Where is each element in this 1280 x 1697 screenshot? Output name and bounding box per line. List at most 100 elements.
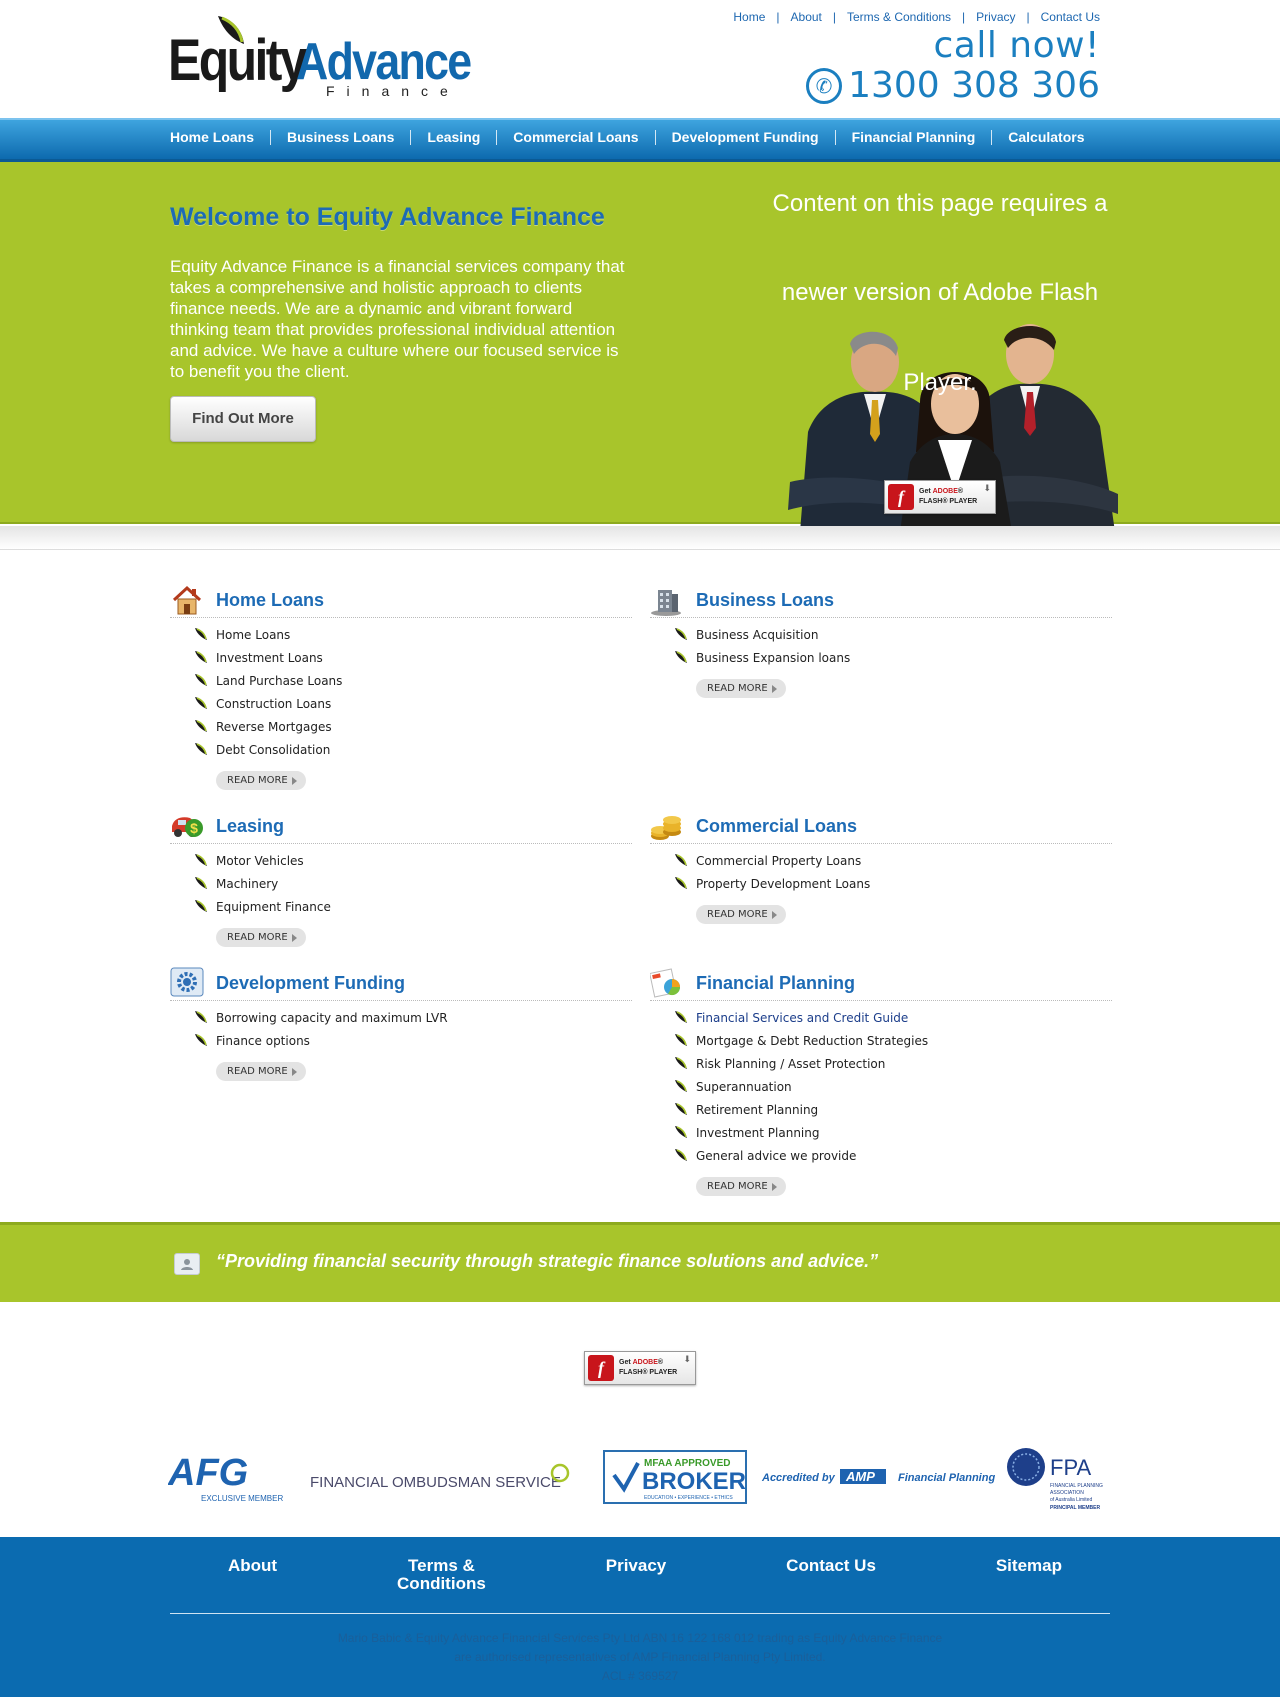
list-item[interactable]: Mortgage & Debt Reduction Strategies bbox=[650, 1030, 1112, 1053]
download-arrow-icon: ⬇ bbox=[683, 1354, 691, 1364]
mfaa-logo-main: BROKER bbox=[642, 1468, 746, 1495]
fpa-logo-sub3: of Australia Limited bbox=[1050, 1497, 1092, 1503]
list-item[interactable]: Finance options bbox=[170, 1030, 632, 1053]
footer-link-terms[interactable]: Terms & Conditions bbox=[397, 1557, 486, 1593]
list-item[interactable]: Financial Services and Credit Guide bbox=[650, 1007, 1112, 1030]
toplink-terms[interactable]: Terms & Conditions bbox=[847, 10, 951, 24]
phone-icon: ✆ bbox=[806, 68, 843, 104]
main-navigation: Home Loans Business Loans Leasing Commer… bbox=[0, 118, 1280, 162]
list-item[interactable]: Retirement Planning bbox=[650, 1099, 1112, 1122]
list-item[interactable]: Investment Planning bbox=[650, 1122, 1112, 1145]
read-more-button[interactable]: READ MORE bbox=[216, 771, 306, 790]
list-item-label: Debt Consolidation bbox=[216, 743, 331, 757]
section-financial-planning: Financial Planning Financial Services an… bbox=[650, 967, 1112, 1196]
nav-leasing[interactable]: Leasing bbox=[410, 130, 496, 145]
flash-icon: f bbox=[588, 1355, 614, 1381]
list-item[interactable]: Home Loans bbox=[170, 624, 632, 647]
section-title-leasing[interactable]: Leasing bbox=[216, 817, 284, 835]
list-item[interactable]: Debt Consolidation bbox=[170, 739, 632, 762]
nav-business-loans[interactable]: Business Loans bbox=[270, 130, 410, 145]
list-item[interactable]: Machinery bbox=[170, 873, 632, 896]
fpa-logo-text: FPA bbox=[1050, 1455, 1091, 1480]
list-item-label: Business Expansion loans bbox=[696, 651, 851, 665]
read-more-button[interactable]: READ MORE bbox=[216, 1062, 306, 1081]
section-title-development-funding[interactable]: Development Funding bbox=[216, 974, 405, 992]
section-title-business-loans[interactable]: Business Loans bbox=[696, 591, 834, 609]
list-item[interactable]: General advice we provide bbox=[650, 1145, 1112, 1168]
afg-logo-subtitle: EXCLUSIVE MEMBER bbox=[201, 1494, 283, 1503]
list-item[interactable]: Motor Vehicles bbox=[170, 850, 632, 873]
list-item-label: Investment Planning bbox=[696, 1126, 820, 1140]
read-more-button[interactable]: READ MORE bbox=[696, 679, 786, 698]
toplink-privacy[interactable]: Privacy bbox=[976, 10, 1015, 24]
section-title-home-loans[interactable]: Home Loans bbox=[216, 591, 324, 609]
leaf-bullet-icon bbox=[675, 1057, 687, 1069]
nav-financial-planning[interactable]: Financial Planning bbox=[834, 130, 992, 145]
flash-badge-get: Get bbox=[619, 1359, 633, 1366]
list-item[interactable]: Business Acquisition bbox=[650, 624, 1112, 647]
list-item-label: Land Purchase Loans bbox=[216, 674, 343, 688]
hero-shadow bbox=[0, 526, 1280, 550]
flash-badge-reg: ® bbox=[657, 1359, 664, 1366]
amp-logo-prefix: Accredited by bbox=[761, 1472, 836, 1484]
list-item[interactable]: Business Expansion loans bbox=[650, 647, 1112, 670]
footer-link-about[interactable]: About bbox=[228, 1557, 277, 1593]
leaf-bullet-icon bbox=[675, 628, 687, 640]
fpa-logo[interactable]: FPA FINANCIAL PLANNING ASSOCIATION of Au… bbox=[1007, 1448, 1103, 1511]
list-item[interactable]: Investment Loans bbox=[170, 647, 632, 670]
list-item[interactable]: Equipment Finance bbox=[170, 896, 632, 919]
list-item-label: Superannuation bbox=[696, 1080, 792, 1094]
phone-number[interactable]: ✆ 1300 308 306 bbox=[806, 68, 1100, 104]
list-item[interactable]: Property Development Loans bbox=[650, 873, 1112, 896]
list-item[interactable]: Construction Loans bbox=[170, 693, 632, 716]
section-home-loans: Home Loans Home Loans Investment Loans L… bbox=[170, 584, 632, 790]
separator: | bbox=[776, 10, 780, 24]
list-item[interactable]: Superannuation bbox=[650, 1076, 1112, 1099]
equity-advance-logo[interactable]: Equity Advance Finance bbox=[168, 14, 472, 104]
leaf-bullet-icon bbox=[675, 854, 687, 866]
coins-icon bbox=[651, 816, 681, 840]
nav-commercial-loans[interactable]: Commercial Loans bbox=[496, 130, 654, 145]
leaf-bullet-icon bbox=[195, 651, 207, 663]
footer-link-contact[interactable]: Contact Us bbox=[786, 1557, 876, 1593]
amp-accredited-logo[interactable]: Accredited by AMP Financial Planning bbox=[761, 1469, 995, 1484]
find-out-more-button[interactable]: Find Out More bbox=[170, 396, 316, 442]
list-item-label: Mortgage & Debt Reduction Strategies bbox=[696, 1034, 929, 1048]
financial-ombudsman-logo[interactable]: FINANCIAL OMBUDSMAN SERVICE bbox=[310, 1463, 570, 1491]
quote-banner: “Providing financial security through st… bbox=[0, 1222, 1280, 1302]
read-more-button[interactable]: READ MORE bbox=[216, 928, 306, 947]
afg-logo[interactable]: AFG EXCLUSIVE MEMBER bbox=[168, 1452, 283, 1503]
list-item[interactable]: Commercial Property Loans bbox=[650, 850, 1112, 873]
leaf-bullet-icon bbox=[675, 1126, 687, 1138]
logo-word-equity: Equity bbox=[168, 28, 308, 93]
pie-chart-icon bbox=[650, 968, 681, 998]
mfaa-logo-sub: EDUCATION • EXPERIENCE • ETHICS bbox=[644, 1495, 733, 1501]
footer-link-sitemap[interactable]: Sitemap bbox=[996, 1557, 1062, 1593]
read-more-button[interactable]: READ MORE bbox=[696, 905, 786, 924]
section-development-funding: Development Funding Borrowing capacity a… bbox=[170, 967, 632, 1081]
mfaa-broker-logo[interactable]: MFAA APPROVED BROKER EDUCATION • EXPERIE… bbox=[603, 1450, 747, 1504]
section-title-commercial-loans[interactable]: Commercial Loans bbox=[696, 817, 857, 835]
toplink-home[interactable]: Home bbox=[733, 10, 765, 24]
get-flash-player-badge[interactable]: f Get ADOBE® FLASH® PLAYER ⬇ bbox=[884, 480, 996, 514]
list-item[interactable]: Reverse Mortgages bbox=[170, 716, 632, 739]
list-item-label: Home Loans bbox=[216, 628, 291, 642]
list-item[interactable]: Risk Planning / Asset Protection bbox=[650, 1053, 1112, 1076]
footer-legal-line1: Mario Babic & Equity Advance Financial S… bbox=[337, 1631, 943, 1645]
read-more-button[interactable]: READ MORE bbox=[696, 1177, 786, 1196]
logo-word-finance: Finance bbox=[326, 83, 460, 99]
nav-home-loans[interactable]: Home Loans bbox=[170, 130, 270, 145]
toplink-contact[interactable]: Contact Us bbox=[1041, 10, 1100, 24]
flash-badge-adobe: ADOBE bbox=[932, 488, 958, 495]
list-item[interactable]: Borrowing capacity and maximum LVR bbox=[170, 1007, 632, 1030]
list-item[interactable]: Land Purchase Loans bbox=[170, 670, 632, 693]
list-item-label: Finance options bbox=[216, 1034, 310, 1048]
toplink-about[interactable]: About bbox=[791, 10, 822, 24]
section-title-financial-planning[interactable]: Financial Planning bbox=[696, 974, 855, 992]
nav-calculators[interactable]: Calculators bbox=[991, 130, 1100, 145]
download-arrow-icon: ⬇ bbox=[983, 483, 991, 493]
list-item-label: Property Development Loans bbox=[696, 877, 871, 891]
nav-development-funding[interactable]: Development Funding bbox=[654, 130, 835, 145]
get-flash-player-badge[interactable]: f Get ADOBE® FLASH® PLAYER ⬇ bbox=[584, 1351, 696, 1385]
footer-link-privacy[interactable]: Privacy bbox=[606, 1557, 667, 1593]
